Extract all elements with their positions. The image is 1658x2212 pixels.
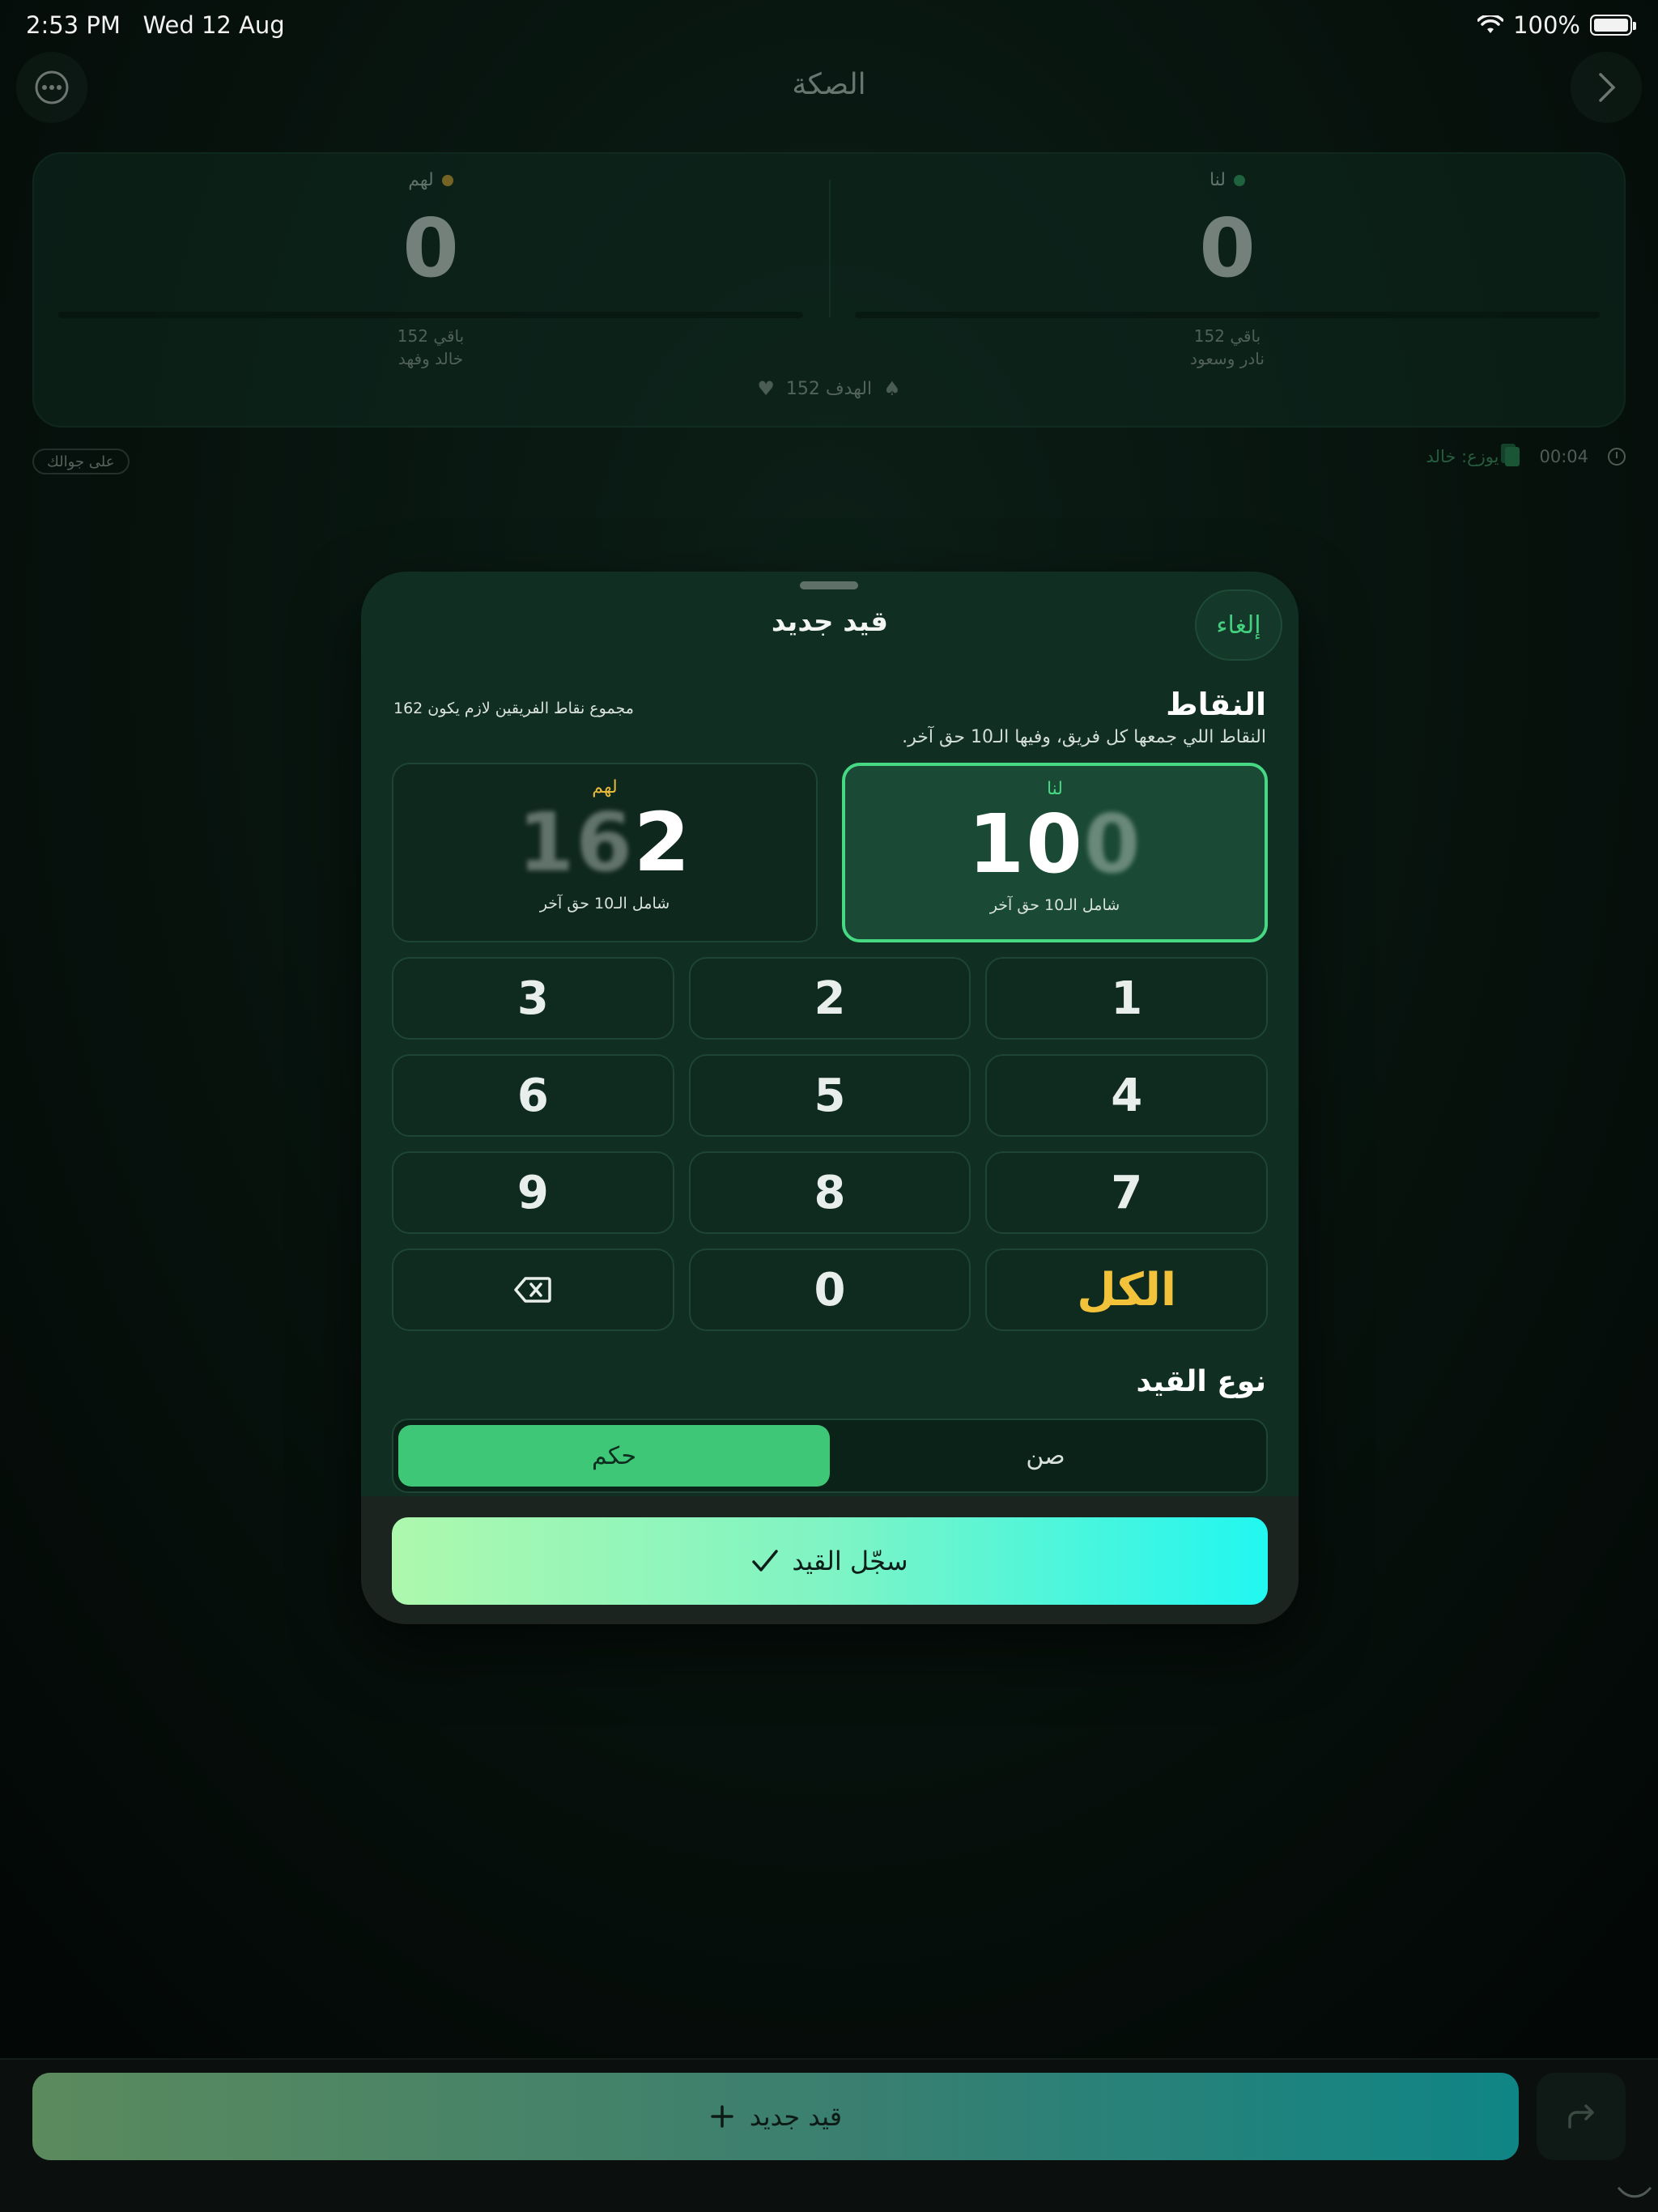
status-time: 2:53 PM Wed 12 Aug <box>26 11 285 39</box>
team-us-players: نادر وسعود <box>1190 349 1265 368</box>
them-box-ghost-digits: 16 <box>517 795 634 890</box>
key-9[interactable]: 9 <box>392 1151 674 1234</box>
us-box-digits: 10 <box>967 797 1084 891</box>
sheet-title: قيد جديد <box>771 606 889 638</box>
team-them-remaining: باقي 152 <box>397 326 465 346</box>
key-5[interactable]: 5 <box>688 1054 971 1137</box>
team-them-label: لهم <box>408 170 434 190</box>
points-rule-hint: مجموع نقاط الفريقين لازم يكون 162 <box>393 700 634 717</box>
chevron-right-icon <box>1599 73 1616 102</box>
team-them-dot-icon <box>441 174 453 186</box>
team-them-score: 0 <box>402 201 459 296</box>
wifi-icon <box>1477 15 1504 33</box>
status-time-text: 2:53 PM <box>26 11 121 39</box>
on-phone-badge[interactable]: على جوالك <box>32 449 130 474</box>
team-us-progress <box>855 312 1600 318</box>
key-2[interactable]: 2 <box>688 957 971 1040</box>
us-points-box[interactable]: لنا 100 شامل الـ10 حق آخر <box>842 763 1268 942</box>
them-box-digit: 2 <box>633 795 692 890</box>
us-box-note: شامل الـ10 حق آخر <box>989 896 1120 914</box>
goal-row: ♥ الهدف 152 ♠ <box>0 377 1658 400</box>
them-box-note: شامل الـ10 حق آخر <box>539 895 670 912</box>
entry-type-selector: حكم صن <box>392 1419 1268 1493</box>
team-them-column: لهم 0 باقي 152 خالد وفهد <box>58 170 803 368</box>
status-indicators: 100% <box>1477 11 1636 39</box>
key-8[interactable]: 8 <box>688 1151 971 1234</box>
heart-icon: ♥ <box>757 377 775 400</box>
dealer-text: يوزع: خالد <box>1426 447 1499 466</box>
backspace-icon <box>514 1277 552 1303</box>
plus-icon <box>711 2105 733 2128</box>
team-us-dot-icon <box>1234 174 1246 186</box>
redo-button[interactable] <box>1537 2073 1626 2160</box>
team-us-label: لنا <box>1209 170 1226 190</box>
segment-sun[interactable]: صن <box>830 1425 1261 1487</box>
us-box-ghost-digit: 0 <box>1083 797 1142 891</box>
dealer-info: يوزع: خالد <box>1426 447 1520 466</box>
back-button[interactable] <box>1571 52 1642 123</box>
them-box-value: 162 <box>393 802 816 883</box>
backspace-key[interactable] <box>392 1249 674 1331</box>
spade-icon: ♠ <box>883 377 901 400</box>
key-7[interactable]: 7 <box>985 1151 1268 1234</box>
scoreboard-divider <box>829 180 831 317</box>
save-entry-button[interactable]: سجّل القيد <box>392 1517 1268 1605</box>
new-entry-button[interactable]: قيد جديد <box>32 2073 1519 2160</box>
key-3[interactable]: 3 <box>392 957 674 1040</box>
key-1[interactable]: 1 <box>985 957 1268 1040</box>
key-6[interactable]: 6 <box>392 1054 674 1137</box>
cards-icon <box>1505 447 1520 466</box>
us-box-value: 100 <box>845 804 1265 885</box>
new-entry-label: قيد جديد <box>749 2101 843 2132</box>
segment-hokm[interactable]: حكم <box>398 1425 830 1487</box>
them-points-box[interactable]: لهم 162 شامل الـ10 حق آخر <box>392 763 818 942</box>
key-all[interactable]: الكل <box>985 1249 1268 1331</box>
points-subtitle: النقاط اللي جمعها كل فريق، وفيها الـ10 ح… <box>902 727 1266 747</box>
points-heading: النقاط <box>1166 687 1266 722</box>
page-title: الصكة <box>792 68 866 101</box>
team-us-label-row: لنا <box>855 170 1600 190</box>
team-them-progress <box>58 312 803 318</box>
battery-percent: 100% <box>1513 11 1580 39</box>
team-us-remaining: باقي 152 <box>1193 326 1261 346</box>
team-us-column: لنا 0 باقي 152 نادر وسعود <box>855 170 1600 368</box>
cancel-button[interactable]: إلغاء <box>1195 589 1282 661</box>
game-meta: يوزع: خالد 00:04 <box>1426 447 1626 466</box>
numeric-keypad: 1 2 3 4 5 6 7 8 9 الكل 0 <box>392 957 1268 1331</box>
timer-icon <box>1608 448 1626 466</box>
key-0[interactable]: 0 <box>688 1249 971 1331</box>
sheet-grabber[interactable] <box>800 581 858 589</box>
team-us-score: 0 <box>1199 201 1256 296</box>
team-them-label-row: لهم <box>58 170 803 190</box>
entry-type-heading: نوع القيد <box>1136 1365 1266 1398</box>
timer-text: 00:04 <box>1539 447 1588 466</box>
team-them-players: خالد وفهد <box>397 349 464 368</box>
checkmark-icon <box>752 1550 779 1572</box>
save-entry-label: سجّل القيد <box>792 1546 908 1576</box>
redo-arrow-icon <box>1568 2104 1594 2129</box>
status-date: Wed 12 Aug <box>142 11 285 39</box>
goal-text: الهدف 152 <box>785 378 873 399</box>
key-4[interactable]: 4 <box>985 1054 1268 1137</box>
battery-icon <box>1590 15 1636 36</box>
new-entry-sheet: قيد جديد إلغاء النقاط النقاط اللي جمعها … <box>361 572 1299 1624</box>
